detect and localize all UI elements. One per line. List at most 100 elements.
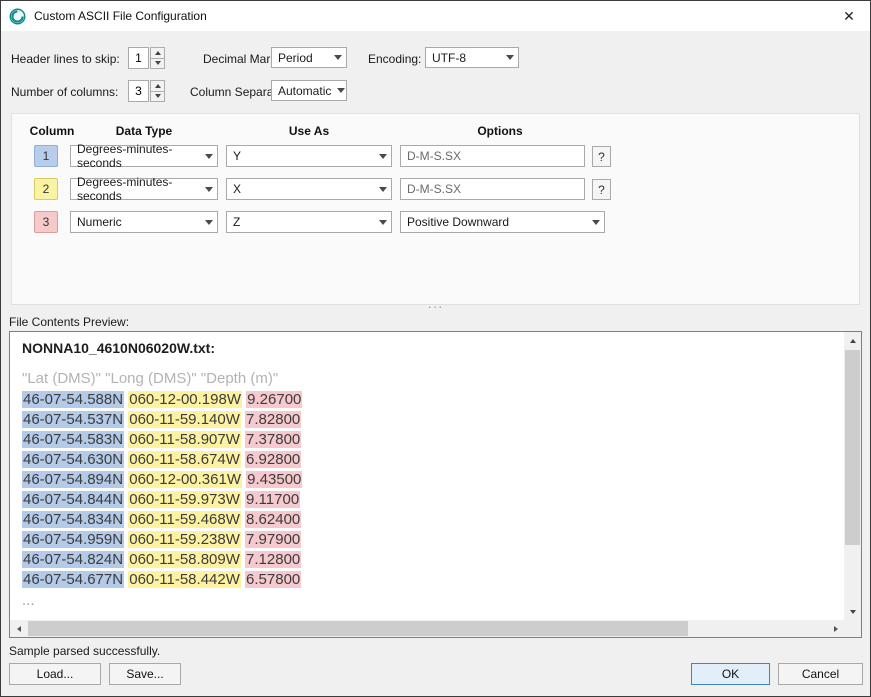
preview-row: 46-07-54.677N 060-11-58.442W 6.57800 (22, 570, 832, 590)
preview-content: NONNA10_4610N06020W.txt: "Lat (DMS)" "Lo… (10, 332, 844, 620)
num-columns-down-button[interactable] (150, 91, 165, 103)
scrollbar-corner (844, 620, 861, 637)
use-as-value: X (233, 182, 241, 196)
long-cell: 060-11-59.140W (128, 411, 241, 428)
header-lines-label: Header lines to skip: (11, 52, 120, 66)
long-cell: 060-11-59.238W (128, 531, 241, 548)
num-columns-input[interactable] (128, 80, 149, 102)
depth-cell: 9.11700 (245, 491, 300, 508)
use-as-value: Y (233, 149, 241, 163)
preview-header-line: "Lat (DMS)" "Long (DMS)" "Depth (m)" (22, 370, 832, 387)
long-cell: 060-11-58.674W (128, 451, 241, 468)
lat-cell: 46-07-54.824N (22, 551, 124, 568)
columns-config-panel: Column Data Type Use As Options 1 Degree… (11, 113, 860, 305)
encoding-label: Encoding: (368, 52, 421, 66)
splitter-handle[interactable]: ··· (428, 302, 444, 312)
long-cell: 060-12-00.361W (128, 471, 242, 488)
use-as-select-3[interactable]: Z (226, 211, 392, 233)
depth-cell: 7.82800 (245, 411, 301, 428)
help-button-1[interactable]: ? (592, 146, 611, 167)
column-config-row: 1 Degrees-minutes-seconds Y ? (12, 145, 859, 167)
chevron-down-icon (334, 55, 342, 60)
dialog-window: Custom ASCII File Configuration ✕ Header… (0, 0, 871, 697)
vertical-scrollbar[interactable] (844, 332, 861, 620)
save-button[interactable]: Save... (109, 663, 181, 685)
horizontal-scrollbar[interactable] (10, 620, 844, 637)
header-lines-input[interactable] (128, 47, 149, 69)
preview-row: 46-07-54.834N 060-11-59.468W 8.62400 (22, 510, 832, 530)
num-columns-spinner (128, 80, 165, 102)
data-type-value: Degrees-minutes-seconds (77, 142, 199, 170)
preview-ellipsis: ... (22, 592, 832, 609)
window-title: Custom ASCII File Configuration (34, 9, 207, 23)
chevron-down-icon (379, 154, 387, 159)
scroll-down-button[interactable] (844, 603, 861, 620)
lat-cell: 46-07-54.959N (22, 531, 124, 548)
lat-cell: 46-07-54.834N (22, 511, 124, 528)
chevron-down-icon (379, 220, 387, 225)
preview-rows: 46-07-54.588N 060-12-00.198W 9.2670046-0… (22, 390, 832, 590)
header-lines-spinner (128, 47, 165, 69)
preview-row: 46-07-54.894N 060-12-00.361W 9.43500 (22, 470, 832, 490)
decimal-mark-select[interactable]: Period (271, 47, 347, 68)
options-input-1[interactable] (400, 145, 585, 167)
arrow-left-icon (17, 626, 21, 632)
num-columns-label: Number of columns: (11, 85, 118, 99)
cancel-button[interactable]: Cancel (778, 663, 863, 685)
depth-cell: 7.97900 (245, 531, 301, 548)
chevron-down-icon (506, 55, 514, 60)
long-cell: 060-11-58.907W (128, 431, 241, 448)
arrow-up-icon (155, 51, 161, 55)
chevron-down-icon (379, 187, 387, 192)
arrow-up-icon (155, 84, 161, 88)
preview-row: 46-07-54.537N 060-11-59.140W 7.82800 (22, 410, 832, 430)
chevron-down-icon (205, 187, 213, 192)
encoding-select[interactable]: UTF-8 (425, 47, 519, 68)
column-separator-select[interactable]: Automatic (271, 80, 347, 101)
long-cell: 060-11-58.442W (128, 571, 241, 588)
use-as-select-1[interactable]: Y (226, 145, 392, 167)
scroll-left-button[interactable] (10, 620, 27, 637)
close-icon[interactable]: ✕ (832, 1, 866, 31)
depth-cell: 8.62400 (245, 511, 301, 528)
column-config-row: 2 Degrees-minutes-seconds X ? (12, 178, 859, 200)
column-header-useas: Use As (289, 124, 329, 138)
data-type-select-2[interactable]: Degrees-minutes-seconds (70, 178, 218, 200)
vertical-scrollbar-thumb[interactable] (845, 350, 860, 545)
chevron-down-icon (205, 154, 213, 159)
data-type-select-1[interactable]: Degrees-minutes-seconds (70, 145, 218, 167)
ok-button[interactable]: OK (691, 663, 770, 685)
preview-row: 46-07-54.583N 060-11-58.907W 7.37800 (22, 430, 832, 450)
long-cell: 060-12-00.198W (128, 391, 242, 408)
decimal-mark-label: Decimal Mark: (203, 52, 280, 66)
preview-row: 46-07-54.630N 060-11-58.674W 6.92800 (22, 450, 832, 470)
lat-cell: 46-07-54.537N (22, 411, 124, 428)
preview-row: 46-07-54.844N 060-11-59.973W 9.11700 (22, 490, 832, 510)
data-type-select-3[interactable]: Numeric (70, 211, 218, 233)
file-contents-preview: NONNA10_4610N06020W.txt: "Lat (DMS)" "Lo… (9, 331, 862, 638)
preview-row: 46-07-54.959N 060-11-59.238W 7.97900 (22, 530, 832, 550)
depth-cell: 9.43500 (246, 471, 302, 488)
arrow-up-icon (850, 339, 856, 343)
horizontal-scrollbar-thumb[interactable] (28, 621, 688, 636)
column-badge-3: 3 (34, 211, 58, 233)
data-type-value: Degrees-minutes-seconds (77, 175, 199, 203)
preview-row: 46-07-54.588N 060-12-00.198W 9.26700 (22, 390, 832, 410)
options-input-2[interactable] (400, 178, 585, 200)
lat-cell: 46-07-54.844N (22, 491, 124, 508)
load-button[interactable]: Load... (9, 663, 101, 685)
scroll-up-button[interactable] (844, 332, 861, 349)
encoding-value: UTF-8 (432, 51, 466, 65)
long-cell: 060-11-58.809W (128, 551, 241, 568)
help-button-2[interactable]: ? (592, 179, 611, 200)
chevron-down-icon (337, 88, 345, 93)
arrow-down-icon (850, 610, 856, 614)
header-lines-down-button[interactable] (150, 58, 165, 70)
scroll-right-button[interactable] (827, 620, 844, 637)
chevron-down-icon (205, 220, 213, 225)
depth-cell: 7.12800 (245, 551, 301, 568)
depth-cell: 9.26700 (246, 391, 302, 408)
use-as-select-2[interactable]: X (226, 178, 392, 200)
column-separator-value: Automatic (278, 84, 331, 98)
options-select-3[interactable]: Positive Downward (400, 211, 605, 233)
